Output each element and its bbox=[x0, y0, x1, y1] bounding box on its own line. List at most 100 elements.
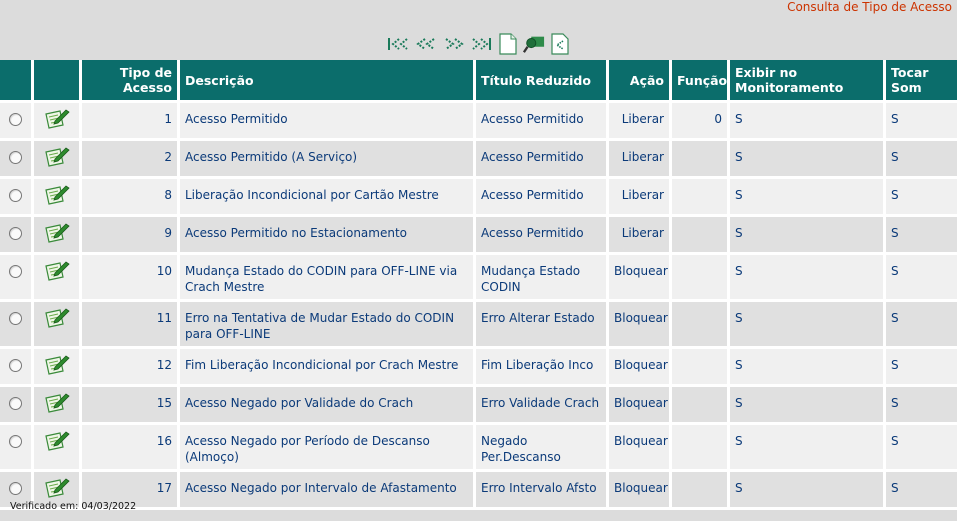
radio-button[interactable] bbox=[9, 265, 22, 278]
radio-button[interactable] bbox=[9, 482, 22, 495]
titulo-cell: Fim Liberação Inco bbox=[476, 349, 609, 387]
edit-icon[interactable] bbox=[44, 307, 70, 333]
new-document-icon bbox=[498, 33, 517, 55]
table-row[interactable]: 9 Acesso Permitido no Estacionamento Acess… bbox=[0, 217, 957, 255]
radio-button[interactable] bbox=[9, 397, 22, 410]
last-page-button[interactable] bbox=[467, 36, 493, 52]
edit-icon[interactable] bbox=[44, 260, 70, 286]
row-edit-button[interactable] bbox=[34, 141, 82, 179]
titulo-cell: Negado Per.Descanso bbox=[476, 425, 609, 472]
tocar-cell: S bbox=[886, 349, 957, 387]
row-edit-button[interactable] bbox=[34, 255, 82, 302]
descricao-cell: Acesso Negado por Período de Descanso (A… bbox=[180, 425, 476, 472]
row-select-radio[interactable] bbox=[0, 217, 34, 255]
acao-cell: Bloquear bbox=[609, 425, 672, 472]
new-record-button[interactable] bbox=[497, 32, 519, 56]
acao-cell: Bloquear bbox=[609, 255, 672, 302]
row-edit-button[interactable] bbox=[34, 425, 82, 472]
acao-cell: Liberar bbox=[609, 217, 672, 255]
row-select-radio[interactable] bbox=[0, 387, 34, 425]
titulo-cell: Acesso Permitido bbox=[476, 179, 609, 217]
tocar-cell: S bbox=[886, 302, 957, 349]
exibir-cell: S bbox=[730, 425, 886, 472]
acao-column-header[interactable]: Ação bbox=[609, 60, 672, 103]
edit-icon[interactable] bbox=[44, 184, 70, 210]
row-edit-button[interactable] bbox=[34, 387, 82, 425]
tipo-cell: 12 bbox=[82, 349, 180, 387]
row-edit-button[interactable] bbox=[34, 103, 82, 141]
row-select-radio[interactable] bbox=[0, 425, 34, 472]
funcao-column-header[interactable]: Função bbox=[672, 60, 730, 103]
search-button[interactable] bbox=[522, 32, 545, 56]
edit-record-icon bbox=[44, 355, 70, 375]
tipo-cell: 16 bbox=[82, 425, 180, 472]
descricao-cell: Liberação Incondicional por Cartão Mestr… bbox=[180, 179, 476, 217]
row-select-radio[interactable] bbox=[0, 255, 34, 302]
edit-icon[interactable] bbox=[44, 354, 70, 380]
export-document-icon bbox=[550, 33, 569, 55]
edit-icon[interactable] bbox=[44, 108, 70, 134]
row-select-radio[interactable] bbox=[0, 179, 34, 217]
acao-cell: Bloquear bbox=[609, 302, 672, 349]
exibir-column-header[interactable]: Exibir no Monitoramento bbox=[730, 60, 886, 103]
edit-icon[interactable] bbox=[44, 477, 70, 503]
row-edit-button[interactable] bbox=[34, 302, 82, 349]
funcao-cell bbox=[672, 349, 730, 387]
previous-page-button[interactable] bbox=[415, 36, 439, 52]
edit-record-icon bbox=[44, 431, 70, 451]
tipo-cell: 1 bbox=[82, 103, 180, 141]
row-edit-button[interactable] bbox=[34, 349, 82, 387]
table-row[interactable]: 1 Acesso Permitido Acesso Permitido Liberar… bbox=[0, 103, 957, 141]
tocar-cell: S bbox=[886, 425, 957, 472]
table-row[interactable]: 8 Liberação Incondicional por Cartão Mest… bbox=[0, 179, 957, 217]
funcao-cell bbox=[672, 302, 730, 349]
row-select-radio[interactable] bbox=[0, 302, 34, 349]
titulo-cell: Acesso Permitido bbox=[476, 141, 609, 179]
edit-record-icon bbox=[44, 147, 70, 167]
tocar-cell: S bbox=[886, 103, 957, 141]
row-select-radio[interactable] bbox=[0, 141, 34, 179]
table-row[interactable]: 15 Acesso Negado por Validade do Crach Err… bbox=[0, 387, 957, 425]
radio-button[interactable] bbox=[9, 312, 22, 325]
titulo-cell: Erro Alterar Estado bbox=[476, 302, 609, 349]
table-row[interactable]: 17 Acesso Negado por Intervalo de Afastam… bbox=[0, 472, 957, 510]
export-button[interactable] bbox=[549, 32, 571, 56]
table-row[interactable]: 2 Acesso Permitido (A Serviço) Acesso Perm… bbox=[0, 141, 957, 179]
titulo-column-header[interactable]: Título Reduzido bbox=[476, 60, 609, 103]
radio-button[interactable] bbox=[9, 151, 22, 164]
tipo-cell: 10 bbox=[82, 255, 180, 302]
row-edit-button[interactable] bbox=[34, 217, 82, 255]
tipo-column-header[interactable]: Tipo de Acesso bbox=[82, 60, 180, 103]
descricao-cell: Acesso Permitido no Estacionamento bbox=[180, 217, 476, 255]
table-header-row: Tipo de Acesso Descrição Título Reduzido… bbox=[0, 60, 957, 103]
next-page-button[interactable] bbox=[441, 36, 465, 52]
row-select-radio[interactable] bbox=[0, 349, 34, 387]
table-row[interactable]: 16 Acesso Negado por Período de Descanso … bbox=[0, 425, 957, 472]
edit-icon[interactable] bbox=[44, 392, 70, 418]
descricao-cell: Acesso Negado por Validade do Crach bbox=[180, 387, 476, 425]
radio-button[interactable] bbox=[9, 435, 22, 448]
tocar-column-header[interactable]: Tocar Som bbox=[886, 60, 957, 103]
descricao-cell: Mudança Estado do CODIN para OFF-LINE vi… bbox=[180, 255, 476, 302]
tocar-cell: S bbox=[886, 179, 957, 217]
edit-column-header bbox=[34, 60, 82, 103]
tipo-cell: 11 bbox=[82, 302, 180, 349]
toolbar bbox=[0, 32, 957, 56]
edit-icon[interactable] bbox=[44, 146, 70, 172]
edit-icon[interactable] bbox=[44, 430, 70, 456]
edit-icon[interactable] bbox=[44, 222, 70, 248]
previous-page-icon bbox=[415, 38, 435, 50]
radio-button[interactable] bbox=[9, 189, 22, 202]
tipo-cell: 2 bbox=[82, 141, 180, 179]
radio-button[interactable] bbox=[9, 113, 22, 126]
radio-button[interactable] bbox=[9, 227, 22, 240]
table-row[interactable]: 12 Fim Liberação Incondicional por Crach … bbox=[0, 349, 957, 387]
row-edit-button[interactable] bbox=[34, 179, 82, 217]
table-row[interactable]: 10 Mudança Estado do CODIN para OFF-LINE … bbox=[0, 255, 957, 302]
edit-record-icon bbox=[44, 261, 70, 281]
radio-button[interactable] bbox=[9, 359, 22, 372]
table-row[interactable]: 11 Erro na Tentativa de Mudar Estado do C… bbox=[0, 302, 957, 349]
first-page-button[interactable] bbox=[387, 36, 413, 52]
descricao-column-header[interactable]: Descrição bbox=[180, 60, 476, 103]
row-select-radio[interactable] bbox=[0, 103, 34, 141]
